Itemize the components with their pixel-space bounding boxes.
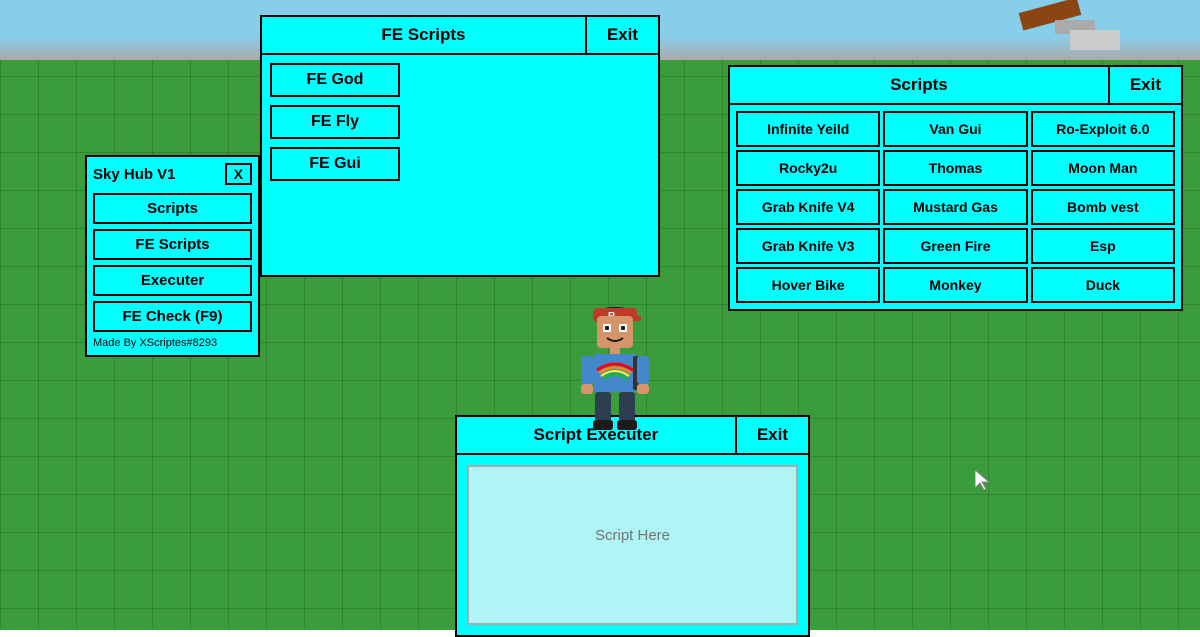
fescripts-button[interactable]: FE Scripts (93, 229, 252, 260)
skyhub-panel: Sky Hub V1 X Scripts FE Scripts Executer… (85, 155, 260, 357)
script-grid-item-14[interactable]: Duck (1031, 267, 1175, 303)
mouse-cursor (975, 470, 991, 490)
scripts-topbar: Scripts Exit (730, 67, 1181, 105)
footer-text: Made By XScriptes#8293 (93, 337, 252, 349)
skyhub-title: Sky Hub V1 (93, 166, 176, 183)
scripts-panel: Scripts Exit Infinite YeildVan GuiRo-Exp… (728, 65, 1183, 311)
skyhub-header: Sky Hub V1 X (93, 163, 252, 185)
script-grid-item-6[interactable]: Grab Knife V4 (736, 189, 880, 225)
executer-panel: Script Executer Exit (455, 415, 810, 637)
script-grid-item-4[interactable]: Thomas (883, 150, 1027, 186)
scripts-exit-button[interactable]: Exit (1110, 67, 1181, 103)
fegui-button[interactable]: FE Gui (270, 147, 400, 181)
script-grid-item-13[interactable]: Monkey (883, 267, 1027, 303)
executer-exit-button[interactable]: Exit (737, 417, 808, 453)
fefly-button[interactable]: FE Fly (270, 105, 400, 139)
skyhub-close-button[interactable]: X (225, 163, 252, 185)
script-grid-item-3[interactable]: Rocky2u (736, 150, 880, 186)
executer-button[interactable]: Executer (93, 265, 252, 296)
script-grid-item-11[interactable]: Esp (1031, 228, 1175, 264)
script-grid-item-5[interactable]: Moon Man (1031, 150, 1175, 186)
scripts-grid: Infinite YeildVan GuiRo-Exploit 6.0 Rocky… (730, 105, 1181, 309)
script-grid-item-0[interactable]: Infinite Yeild (736, 111, 880, 147)
fegod-button[interactable]: FE God (270, 63, 400, 97)
scripts-button[interactable]: Scripts (93, 193, 252, 224)
script-grid-item-12[interactable]: Hover Bike (736, 267, 880, 303)
script-grid-item-7[interactable]: Mustard Gas (883, 189, 1027, 225)
executer-content (457, 455, 808, 635)
script-textarea[interactable] (467, 465, 798, 625)
fescripts-exit-button[interactable]: Exit (587, 17, 658, 53)
script-grid-item-2[interactable]: Ro-Exploit 6.0 (1031, 111, 1175, 147)
script-grid-item-9[interactable]: Grab Knife V3 (736, 228, 880, 264)
script-grid-item-10[interactable]: Green Fire (883, 228, 1027, 264)
fescripts-tab[interactable]: FE Scripts (262, 17, 587, 53)
fescripts-content: FE God FE Fly FE Gui (262, 55, 658, 275)
scripts-tab[interactable]: Scripts (730, 67, 1110, 103)
fescripts-panel: FE Scripts Exit FE God FE Fly FE Gui (260, 15, 660, 277)
script-grid-item-8[interactable]: Bomb vest (1031, 189, 1175, 225)
roblox-character: R (575, 280, 655, 420)
script-grid-item-1[interactable]: Van Gui (883, 111, 1027, 147)
fescripts-topbar: FE Scripts Exit (262, 17, 658, 55)
fecheck-button[interactable]: FE Check (F9) (93, 301, 252, 332)
decorative-objects (1000, 0, 1120, 60)
